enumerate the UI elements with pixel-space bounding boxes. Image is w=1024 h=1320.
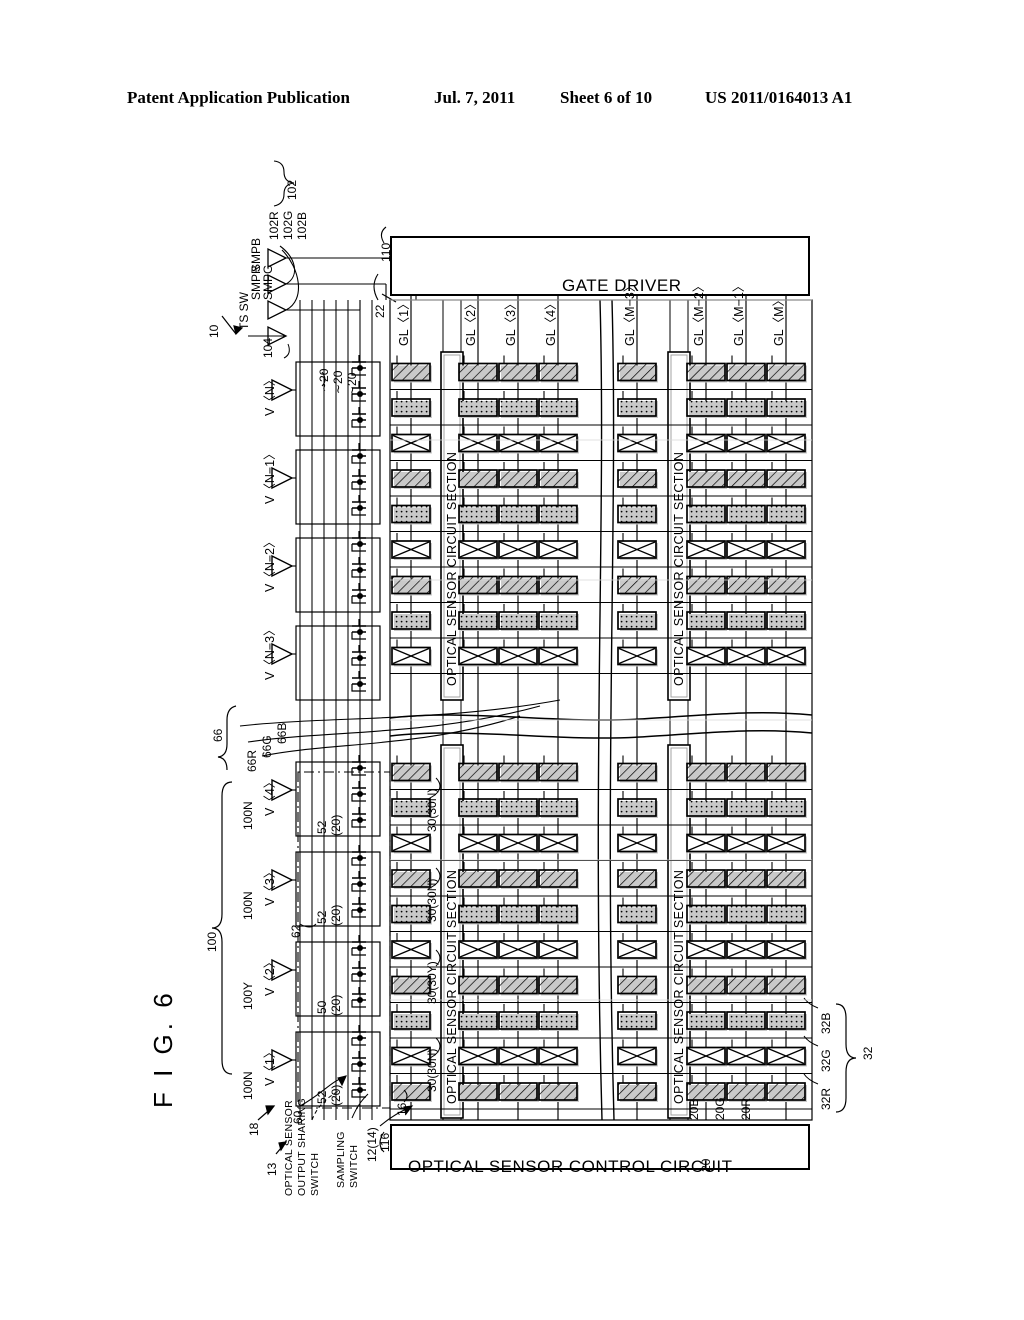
figure-reference: 10 xyxy=(207,324,221,338)
sampling-switch-label-1: SAMPLING xyxy=(335,1131,347,1188)
source-ref-2: ∼20 xyxy=(331,370,345,394)
gate-line-label-4: GL〈4〉 xyxy=(544,297,558,346)
video-line-label-top-4: V〈N−3〉 xyxy=(263,623,277,680)
sensor-out-group-ref: 66 xyxy=(211,728,225,742)
optical-sensor-circuit-section-label-3: OPTICAL SENSOR CIRCUIT SECTION xyxy=(445,869,459,1104)
video-line-label-bottom-1: V〈4〉 xyxy=(263,775,277,816)
gate-line-ref: 22 xyxy=(373,304,387,318)
pixel-legend-label-2: 32G xyxy=(819,1049,833,1072)
video-group-3: 100Y xyxy=(241,981,255,1010)
sampling-switch-label-2: SWITCH xyxy=(348,1144,360,1188)
drawing-svg xyxy=(211,160,857,1157)
gate-driver-ref: 110 xyxy=(379,242,393,262)
sampling-buffer-ref-3: 102B xyxy=(295,211,309,240)
gate-line-label-1: GL〈1〉 xyxy=(397,297,411,346)
source-ref-1: ∼20 xyxy=(317,368,331,392)
switch-ref-3: 50 xyxy=(315,1000,329,1014)
optical-sensor-control-circuit-block: OPTICAL SENSOR CONTROL CIRCUIT xyxy=(390,1124,810,1176)
sensor-section-ref-2: 30(30N) xyxy=(425,878,439,922)
optical-sensor-output-sharing-switch-label-1: OPTICAL SENSOR xyxy=(283,1100,295,1196)
video-line-label-bottom-3: V〈2〉 xyxy=(263,955,277,996)
pixel-legend-group-ref: 32 xyxy=(861,1046,875,1060)
sampling-buffer-ref-2: 102G xyxy=(281,210,295,240)
video-group-4: 100N xyxy=(241,1071,255,1100)
gate-line-label-2: GL〈2〉 xyxy=(464,297,478,346)
gate-line-label-6: GL〈M−2〉 xyxy=(692,279,706,346)
video-line-label-top-3: V〈N−2〉 xyxy=(263,535,277,592)
sensor-section-ref-1: 30(30N) xyxy=(425,788,439,832)
sensor-out-label-1: 66R xyxy=(245,749,259,772)
video-group-2: 100N xyxy=(241,891,255,920)
smpr-label: SMPB xyxy=(249,237,263,272)
sensor-out-label-2: 66G xyxy=(260,735,274,758)
sensor-section-ref-4: 30(30N) xyxy=(425,1048,439,1092)
gate-line-label-7: GL〈M−1〉 xyxy=(732,279,746,346)
ref-16: 16 xyxy=(395,1102,409,1116)
gate-driver-block: GATE DRIVER xyxy=(390,236,810,296)
switch-ref-2: 52 xyxy=(315,910,329,924)
optical-sensor-circuit-section-label-4: OPTICAL SENSOR CIRCUIT SECTION xyxy=(672,869,686,1104)
ts-sw-ref: 104 xyxy=(261,337,275,358)
source-ref-3: ∼20 xyxy=(345,372,359,396)
optical-sensor-circuit-section-label-1: OPTICAL SENSOR CIRCUIT SECTION xyxy=(445,451,459,686)
video-line-label-bottom-2: V〈3〉 xyxy=(263,865,277,906)
video-line-label-top-2: V〈N−1〉 xyxy=(263,447,277,504)
switch-ref-sub-4: (20) xyxy=(329,1084,343,1106)
ref-13: 13 xyxy=(265,1162,279,1176)
ts-sw-label: TS SW xyxy=(237,292,251,330)
sampling-buffer-ref-1: 102R xyxy=(267,211,281,240)
video-group-1: 100N xyxy=(241,801,255,830)
ref-12-14: 12(14) xyxy=(365,1127,379,1162)
sensor-section-ref-3: 30(30Y) xyxy=(425,961,439,1004)
gate-line-label-8: GL〈M〉 xyxy=(772,293,786,346)
patent-drawing: GATE DRIVER OPTICAL SENSOR CONTROL CIRCU… xyxy=(0,0,1024,1320)
gate-line-label-3: GL〈3〉 xyxy=(504,297,518,346)
sensor-out-label-3: 66B xyxy=(275,722,289,744)
video-group-ref: 100 xyxy=(205,931,219,952)
sensor-out-bottom-label-3: 20R xyxy=(739,1097,753,1120)
switch-ref-sub-3: (20) xyxy=(329,994,343,1016)
sensor-out-bottom-label-1: 20B xyxy=(687,1098,701,1120)
pixel-legend-label-3: 32B xyxy=(819,1012,833,1034)
video-line-label-bottom-4: V〈1〉 xyxy=(263,1045,277,1086)
gate-line-label-5: GL〈M−3〉 xyxy=(623,279,637,346)
ref-18: 18 xyxy=(247,1122,261,1136)
pixel-legend-label-1: 32R xyxy=(819,1087,833,1110)
smpg-label: SMPG xyxy=(261,264,275,300)
optical-sensor-circuit-section-label-2: OPTICAL SENSOR CIRCUIT SECTION xyxy=(672,451,686,686)
switch-ref-1: 52 xyxy=(315,820,329,834)
sensor-out-bottom-group-ref: 20 xyxy=(699,1158,713,1172)
video-line-label-top-1: V〈N〉 xyxy=(263,373,277,416)
optical-sensor-control-circuit-label: OPTICAL SENSOR CONTROL CIRCUIT xyxy=(408,1157,733,1176)
switch-ref-sub-1: (20) xyxy=(329,814,343,836)
switch-ref-4: 52 xyxy=(315,1090,329,1104)
ref-62: 62 xyxy=(289,924,303,938)
gate-driver-label: GATE DRIVER xyxy=(562,276,682,295)
sampling-group-ref: 102 xyxy=(285,179,299,200)
optical-sensor-output-sharing-switch-label-3: SWITCH xyxy=(309,1152,321,1196)
optical-sensor-control-circuit-ref: 116 xyxy=(378,1132,392,1152)
switch-ref-sub-2: (20) xyxy=(329,904,343,926)
sensor-out-bottom-label-2: 20G xyxy=(713,1097,727,1120)
optical-sensor-output-sharing-switch-label-2: OUTPUT SHARING xyxy=(296,1098,308,1196)
